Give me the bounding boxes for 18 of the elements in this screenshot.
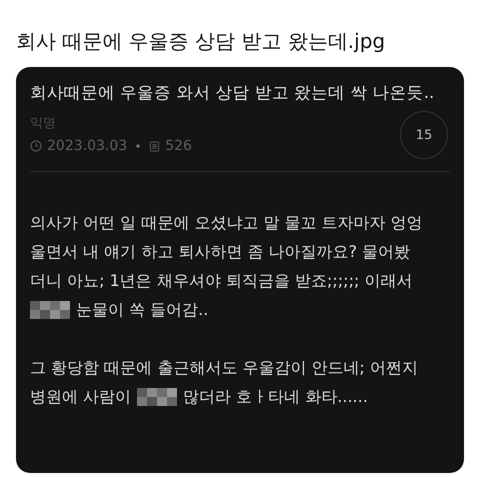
censor-mosaic-icon (30, 300, 70, 318)
tweet-text: 회사 때문에 우울증 상담 받고 왔는데.jpg (16, 28, 386, 54)
document-icon (149, 140, 160, 152)
comment-count[interactable]: 15 (400, 111, 448, 159)
separator-dot-icon (136, 144, 140, 148)
censor-mosaic-icon (137, 388, 178, 406)
post-text-line: 그 황당함 때문에 출근해서도 우울감이 안드네; 어쩐지 (30, 357, 418, 379)
post-text-line: 울면서 내 얘기 하고 퇴사하면 좀 나아질까요? 물어봤 (30, 241, 410, 263)
post-date: 2023.03.03 (47, 137, 128, 155)
post-text-line: 눈물이 쏙 들어감.. (76, 299, 208, 321)
post-title: 회사때문에 우울증 와서 상담 받고 왔는데 싹 나온듯.. (30, 82, 436, 104)
author-name: 익명 (30, 115, 57, 133)
view-count: 526 (165, 137, 192, 155)
post-text-line: 더니 아뇨; 1년은 채우셔야 퇴직금을 받죠;;;;;; 이래서 (30, 270, 412, 292)
post-text-line: 의사가 어떤 일 때문에 오셨냐고 말 물꼬 트자마자 엉엉 (30, 212, 423, 234)
post-text-line: 병원에 사람이 (30, 386, 132, 408)
post-text-line: 많더라 호ㅏ타네 화타...... (183, 386, 368, 408)
clock-icon (30, 140, 42, 152)
